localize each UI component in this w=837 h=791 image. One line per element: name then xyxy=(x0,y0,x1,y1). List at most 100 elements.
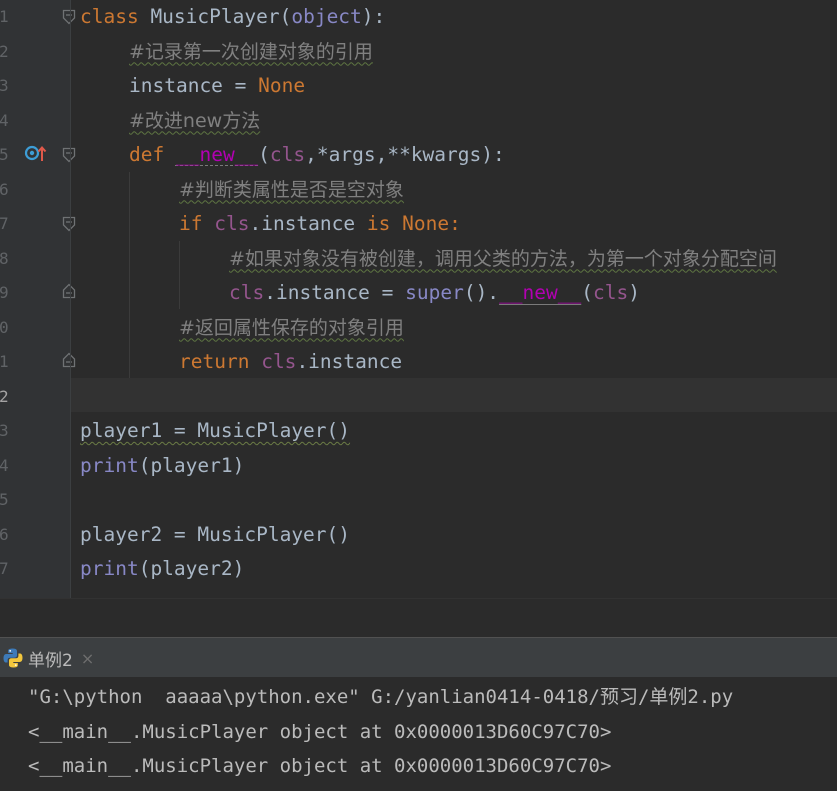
self-param: cls xyxy=(269,143,306,166)
python-icon xyxy=(2,647,24,669)
keyword-return: return xyxy=(179,350,250,373)
line-number: 0 xyxy=(0,317,9,337)
line-number: 5 xyxy=(0,145,9,164)
call-args: (player1) xyxy=(138,453,245,477)
current-line-highlight xyxy=(71,378,837,412)
comment: #记录第一次创建对象的引用 xyxy=(129,40,373,63)
keyword-def: def xyxy=(129,143,165,166)
line-number: 9 xyxy=(0,283,9,302)
code-line-def-new[interactable]: def __new__(cls,*args,**kwargs): xyxy=(129,138,505,173)
attribute: .instance xyxy=(296,350,403,373)
panel-separator xyxy=(0,598,837,637)
comment: #改进new方法 xyxy=(129,109,261,132)
fold-marker-icon[interactable] xyxy=(62,216,76,232)
line-number: 8 xyxy=(0,248,9,268)
variable: instance xyxy=(129,74,223,97)
line-number: 7 xyxy=(0,559,9,578)
line-number: 3 xyxy=(0,421,9,440)
gutter-divider xyxy=(70,0,71,598)
fold-end-icon[interactable] xyxy=(62,283,76,299)
code-line-player1-assignment[interactable]: player1 = MusicPlayer() xyxy=(80,414,350,449)
builtin-super: super xyxy=(405,281,464,304)
paren: ): xyxy=(481,143,505,166)
paren: ) xyxy=(628,281,640,304)
line-number: 6 xyxy=(0,179,9,199)
console-command-line: "G:\python aaaaa\python.exe" G:/yanlian0… xyxy=(28,686,734,708)
method-name: __new__ xyxy=(499,281,582,304)
code-line-print-player2[interactable]: print(player2) xyxy=(80,552,244,587)
keyword-if: if xyxy=(179,212,203,235)
punctuation: (). xyxy=(463,281,500,304)
call-args: (player2) xyxy=(138,557,245,580)
comment: #返回属性保存的对象引用 xyxy=(179,316,404,339)
statement: player1 = MusicPlayer() xyxy=(80,419,351,442)
code-line-player2-assignment[interactable]: player2 = MusicPlayer() xyxy=(80,518,350,553)
statement: player2 = MusicPlayer() xyxy=(80,522,351,546)
keyword-none: None xyxy=(402,212,450,235)
builtin-print: print xyxy=(80,557,139,580)
code-line-comment[interactable]: #记录第一次创建对象的引用 xyxy=(129,35,373,70)
self-param: cls xyxy=(593,281,629,304)
indent-guide xyxy=(129,172,130,378)
code-line-class-definition[interactable]: class MusicPlayer(object): xyxy=(80,0,385,35)
fold-marker-icon[interactable] xyxy=(62,9,76,25)
line-number: 5 xyxy=(0,490,9,509)
colon: : xyxy=(449,212,461,235)
line-number: 1 xyxy=(0,7,9,26)
line-number: 1 xyxy=(0,352,9,371)
run-tab-single-instance[interactable]: 单例2 × xyxy=(0,638,112,678)
code-editor[interactable]: 1 2 3 4 5 6 7 8 9 0 1 2 3 4 5 6 7 class … xyxy=(0,0,837,598)
attribute: .instance xyxy=(249,212,367,235)
run-tab-label: 单例2 xyxy=(28,650,73,671)
comment: #判断类属性是否是空对象 xyxy=(179,178,404,201)
params: ,*args,**kwargs xyxy=(305,143,482,166)
self-param: cls xyxy=(261,350,297,373)
line-number: 2 xyxy=(0,386,9,406)
line-number: 7 xyxy=(0,214,9,233)
method-name: __new__ xyxy=(175,143,259,166)
paren: ( xyxy=(581,281,593,304)
class-name: MusicPlayer xyxy=(138,5,280,28)
close-icon[interactable]: × xyxy=(81,649,94,668)
code-line-return[interactable]: return cls.instance xyxy=(179,345,402,380)
operator: = xyxy=(222,74,259,97)
builtin-print: print xyxy=(80,453,139,477)
line-number: 2 xyxy=(0,41,9,61)
line-gutter: 1 2 3 4 5 6 7 8 9 0 1 2 3 4 5 6 7 xyxy=(0,0,76,598)
keyword-none: None xyxy=(258,74,306,97)
code-line-comment[interactable]: #改进new方法 xyxy=(129,104,260,139)
line-number: 4 xyxy=(0,455,9,475)
keyword-is: is xyxy=(366,212,391,235)
self-param: cls xyxy=(214,212,250,235)
comment: #如果对象没有被创建，调用父类的方法，为第一个对象分配空间 xyxy=(229,247,777,270)
indent-guide xyxy=(179,241,180,309)
paren: ( xyxy=(258,143,270,166)
code-line-instance-assignment[interactable]: instance = None xyxy=(129,69,305,104)
paren: ): xyxy=(361,5,386,28)
run-tool-window-tabbar: 单例2 × xyxy=(0,637,837,677)
code-line-comment[interactable]: #返回属性保存的对象引用 xyxy=(179,311,404,346)
attribute: .instance = xyxy=(264,281,406,304)
fold-end-icon[interactable] xyxy=(62,352,76,368)
line-number: 6 xyxy=(0,524,9,544)
fold-marker-icon[interactable] xyxy=(62,147,76,163)
console-output-line: <__main__.MusicPlayer object at 0x000001… xyxy=(28,721,612,743)
paren: ( xyxy=(279,5,292,28)
code-line-comment[interactable]: #如果对象没有被创建，调用父类的方法，为第一个对象分配空间 xyxy=(229,242,777,277)
line-number: 4 xyxy=(0,110,9,130)
self-param: cls xyxy=(229,281,265,304)
base-class-name: object xyxy=(291,5,362,28)
code-line-comment[interactable]: #判断类属性是否是空对象 xyxy=(179,173,404,208)
run-console[interactable]: "G:\python aaaaa\python.exe" G:/yanlian0… xyxy=(0,677,837,791)
code-line-super-new[interactable]: cls.instance = super().__new__(cls) xyxy=(229,276,640,311)
console-output-line: <__main__.MusicPlayer object at 0x000001… xyxy=(28,755,612,777)
code-line-if[interactable]: if cls.instance is None: xyxy=(179,207,461,242)
code-line-print-player1[interactable]: print(player1) xyxy=(80,449,244,484)
override-method-icon[interactable] xyxy=(24,144,48,164)
line-number: 3 xyxy=(0,76,9,95)
keyword-class: class xyxy=(80,5,139,28)
